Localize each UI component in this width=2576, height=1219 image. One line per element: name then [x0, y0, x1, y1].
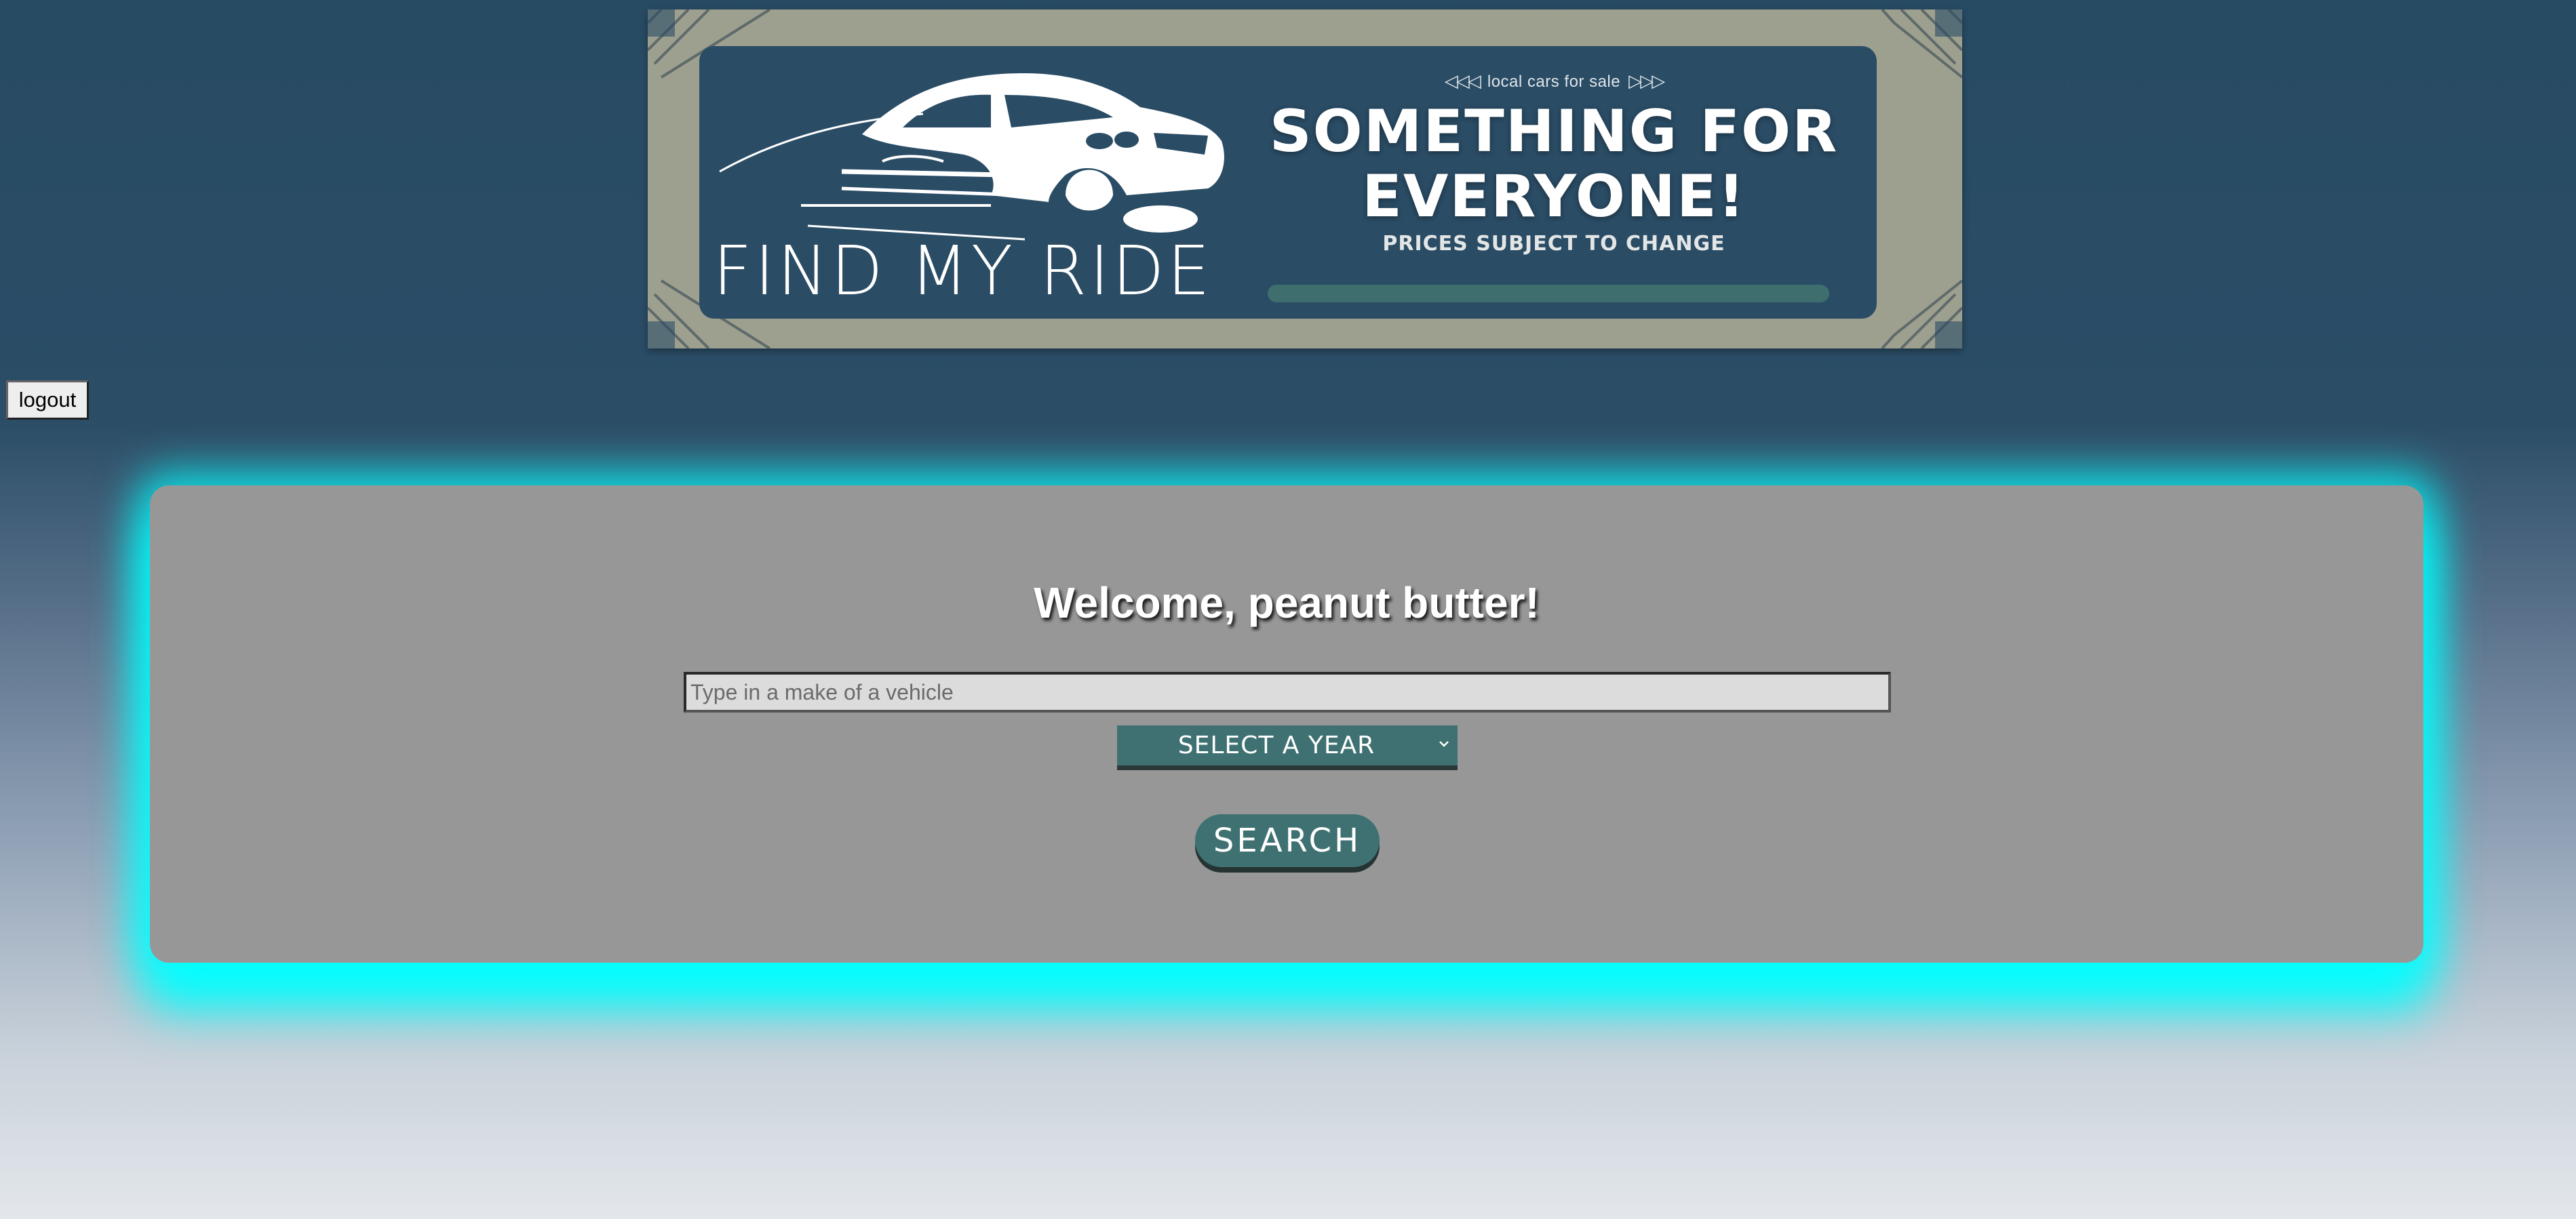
banner-tagline-block: ◁◁◁ local cars for sale ▷▷▷ SOMETHING FOR … [1262, 46, 1846, 319]
banner-panel: FIND MY RIDE ◁◁◁ local cars for sale ▷▷▷ S… [699, 46, 1877, 319]
banner-headline: SOMETHING FOR EVERYONE! [1262, 99, 1846, 229]
welcome-heading: Welcome, peanut butter! [1034, 578, 1540, 627]
banner: FIND MY RIDE ◁◁◁ local cars for sale ▷▷▷ S… [648, 9, 1962, 348]
search-button[interactable]: SEARCH [1195, 814, 1380, 867]
brand-name: FIND MY RIDE [713, 231, 1213, 311]
banner-decorative-bar [1268, 285, 1829, 302]
vehicle-make-input[interactable] [684, 672, 1891, 713]
headline-line-1: SOMETHING FOR [1269, 98, 1839, 165]
search-card: Welcome, peanut butter! SELECT A YEAR SE… [150, 485, 2423, 963]
tagline-small: ◁◁◁ local cars for sale ▷▷▷ [1262, 71, 1846, 92]
banner-subheadline: PRICES SUBJECT TO CHANGE [1382, 232, 1725, 256]
right-arrows-icon: ▷▷▷ [1628, 71, 1665, 91]
year-select[interactable]: SELECT A YEAR [1117, 725, 1458, 770]
chevron-down-icon [1439, 741, 1449, 747]
logout-button[interactable]: logout [6, 380, 89, 420]
year-select-value: SELECT A YEAR [1177, 732, 1375, 759]
tagline-text: local cars for sale [1487, 73, 1621, 91]
headline-line-2: EVERYONE! [1362, 163, 1746, 231]
left-arrows-icon: ◁◁◁ [1444, 71, 1481, 91]
